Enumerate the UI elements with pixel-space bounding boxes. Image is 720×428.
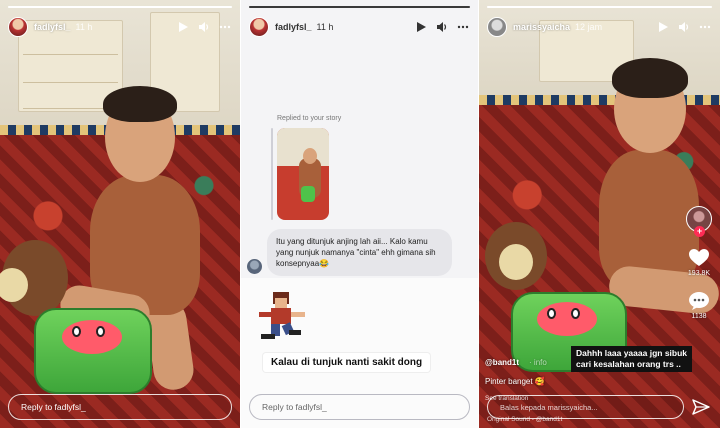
volume-icon[interactable] xyxy=(435,20,449,34)
username[interactable]: fadlyfsl_ xyxy=(34,22,71,32)
send-icon[interactable] xyxy=(692,398,710,416)
avatar[interactable] xyxy=(8,17,28,37)
comment-icon[interactable] xyxy=(688,291,710,311)
story-header: fadlyfsl_ 11 h xyxy=(249,15,470,39)
message-bubble[interactable]: Itu yang ditunjuk anjing lah aii... Kalo… xyxy=(267,229,452,276)
video-overlay-text: Dahhh laaa yaaaa jgn sibuk cari kesalaha… xyxy=(571,346,693,372)
replied-label: Replied to your story xyxy=(277,115,342,122)
reply-placeholder: Balas kepada marissyaicha... xyxy=(500,402,598,412)
sticker-caption: Kalau di tunjuk nanti sakit dong xyxy=(263,353,431,372)
overlay-line-2: cari kesalahan orang trs .. xyxy=(576,359,681,369)
story-progress xyxy=(8,6,232,8)
creator-avatar[interactable]: + xyxy=(686,206,712,237)
timestamp: 11 h xyxy=(316,22,334,32)
avatar[interactable] xyxy=(487,17,507,37)
story-panel-2[interactable]: fadlyfsl_ 11 h Replied to your story Itu… xyxy=(241,0,478,428)
message-text: Itu yang ditunjuk anjing lah aii... Kalo… xyxy=(276,237,436,268)
story-header: marissyaicha 12 jam xyxy=(487,15,712,39)
story-progress xyxy=(249,6,470,8)
timestamp: 11 h xyxy=(75,22,93,32)
reply-input[interactable]: Reply to fadlyfsl_ xyxy=(8,394,232,420)
play-icon[interactable] xyxy=(414,20,428,34)
overlay-line-1: Dahhh laaa yaaaa jgn sibuk xyxy=(576,348,688,358)
volume-icon[interactable] xyxy=(677,20,691,34)
tiktok-info: · info xyxy=(529,358,547,367)
like-count: 193.8K xyxy=(687,270,711,277)
avatar[interactable] xyxy=(249,17,269,37)
more-icon[interactable] xyxy=(698,20,712,34)
story-panel-3[interactable]: marissyaicha 12 jam + 193.8K 1138 @band1… xyxy=(479,0,720,428)
follow-plus-icon[interactable]: + xyxy=(694,226,705,237)
story-progress xyxy=(487,6,712,8)
quote-line xyxy=(271,128,273,220)
sound-label[interactable]: Original Sound - @band1t xyxy=(487,416,562,423)
more-icon[interactable] xyxy=(218,20,232,34)
timestamp: 12 jam xyxy=(575,22,603,32)
volume-icon[interactable] xyxy=(197,20,211,34)
comment-count: 1138 xyxy=(691,313,707,320)
story-photo xyxy=(0,0,240,428)
more-icon[interactable] xyxy=(456,20,470,34)
tiktok-handle[interactable]: @band1t xyxy=(485,358,519,367)
story-header: fadlyfsl_ 11 h xyxy=(8,15,232,39)
play-icon[interactable] xyxy=(656,20,670,34)
story-panel-1[interactable]: fadlyfsl_ 11 h Reply to fadlyfsl_ xyxy=(0,0,240,428)
play-icon[interactable] xyxy=(176,20,190,34)
tiktok-caption: Pinter banget 🥰 xyxy=(485,377,545,386)
avatar[interactable] xyxy=(247,259,262,274)
heart-icon[interactable] xyxy=(688,248,710,268)
username[interactable]: marissyaicha xyxy=(513,22,570,32)
running-character-sticker xyxy=(259,292,305,339)
reply-placeholder: Reply to fadlyfsl_ xyxy=(262,402,327,412)
username[interactable]: fadlyfsl_ xyxy=(275,22,312,32)
reply-input[interactable]: Reply to fadlyfsl_ xyxy=(249,394,470,420)
tiktok-action-column: + 193.8K 1138 xyxy=(684,206,714,320)
reply-placeholder: Reply to fadlyfsl_ xyxy=(21,402,86,412)
tiktok-username[interactable]: @band1t · info xyxy=(485,358,547,367)
story-thumbnail[interactable] xyxy=(277,128,329,220)
